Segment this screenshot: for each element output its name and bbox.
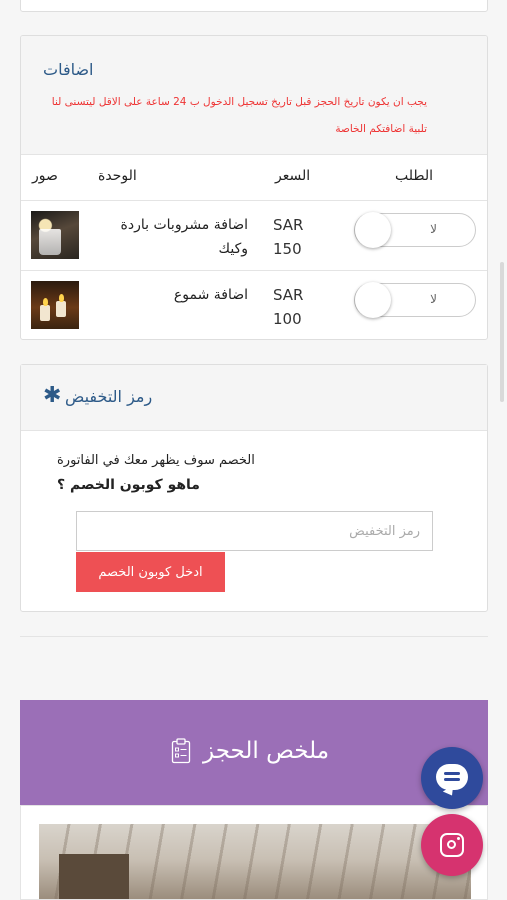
chat-bubble-icon	[436, 764, 468, 790]
discount-card: ✱ رمز التخفيض الخصم سوف يظهر معك في الفا…	[20, 364, 488, 612]
booking-summary-body	[20, 805, 488, 900]
extra-price: SAR 100	[273, 283, 303, 331]
discount-title: رمز التخفيض	[65, 387, 153, 406]
discount-header: ✱ رمز التخفيض	[21, 365, 487, 431]
clipboard-icon	[171, 738, 191, 764]
price-currency: SAR	[273, 286, 304, 304]
previous-section-card	[20, 0, 488, 12]
booking-summary-header: ملخص الحجز	[20, 700, 488, 805]
discount-description: الخصم سوف يظهر معك في الفاتورة	[57, 453, 255, 468]
discount-question: ماهو كوبون الخصم ؟	[57, 477, 200, 493]
column-photos: صور	[32, 168, 58, 184]
extra-row-candles: اضافة شموع SAR 100 لا	[21, 270, 487, 339]
extras-title: اضافات	[43, 60, 94, 79]
extra-toggle-candles[interactable]: لا	[354, 282, 476, 318]
column-price: السعر	[275, 168, 311, 184]
extra-name: اضافة شموع	[173, 287, 248, 303]
hotel-room-photo	[39, 824, 471, 899]
extra-toggle-drinks[interactable]: لا	[354, 212, 476, 248]
asterisk-icon: ✱	[43, 383, 62, 408]
candles-photo[interactable]	[31, 281, 79, 329]
extra-price: SAR 150	[273, 213, 303, 261]
section-divider	[20, 636, 488, 637]
price-value: 100	[273, 310, 302, 328]
price-currency: SAR	[273, 216, 304, 234]
drinks-cake-photo[interactable]	[31, 211, 79, 259]
toggle-label: لا	[430, 222, 437, 236]
booking-summary-title: ملخص الحجز	[203, 738, 330, 764]
extras-header: اضافات يجب ان يكون تاريخ الحجز قبل تاريخ…	[21, 36, 487, 155]
column-unit: الوحدة	[98, 168, 137, 184]
column-order: الطلب	[395, 168, 434, 184]
price-value: 150	[273, 240, 302, 258]
extra-row-drinks: اضافة مشروبات باردة وكيك SAR 150 لا	[21, 200, 487, 271]
extras-note: يجب ان يكون تاريخ الحجز قبل تاريخ تسجيل …	[51, 96, 427, 135]
toggle-knob[interactable]	[355, 282, 391, 318]
apply-coupon-button[interactable]: ادخل كوبون الخصم	[76, 552, 225, 592]
scrollbar[interactable]	[500, 262, 504, 402]
chat-button[interactable]	[421, 747, 483, 809]
toggle-label: لا	[430, 292, 437, 306]
toggle-knob[interactable]	[355, 212, 391, 248]
instagram-button[interactable]	[421, 814, 483, 876]
discount-code-input[interactable]	[76, 511, 433, 551]
extras-card: اضافات يجب ان يكون تاريخ الحجز قبل تاريخ…	[20, 35, 488, 340]
extra-name: اضافة مشروبات باردة وكيك	[120, 217, 248, 257]
instagram-icon	[440, 833, 464, 857]
